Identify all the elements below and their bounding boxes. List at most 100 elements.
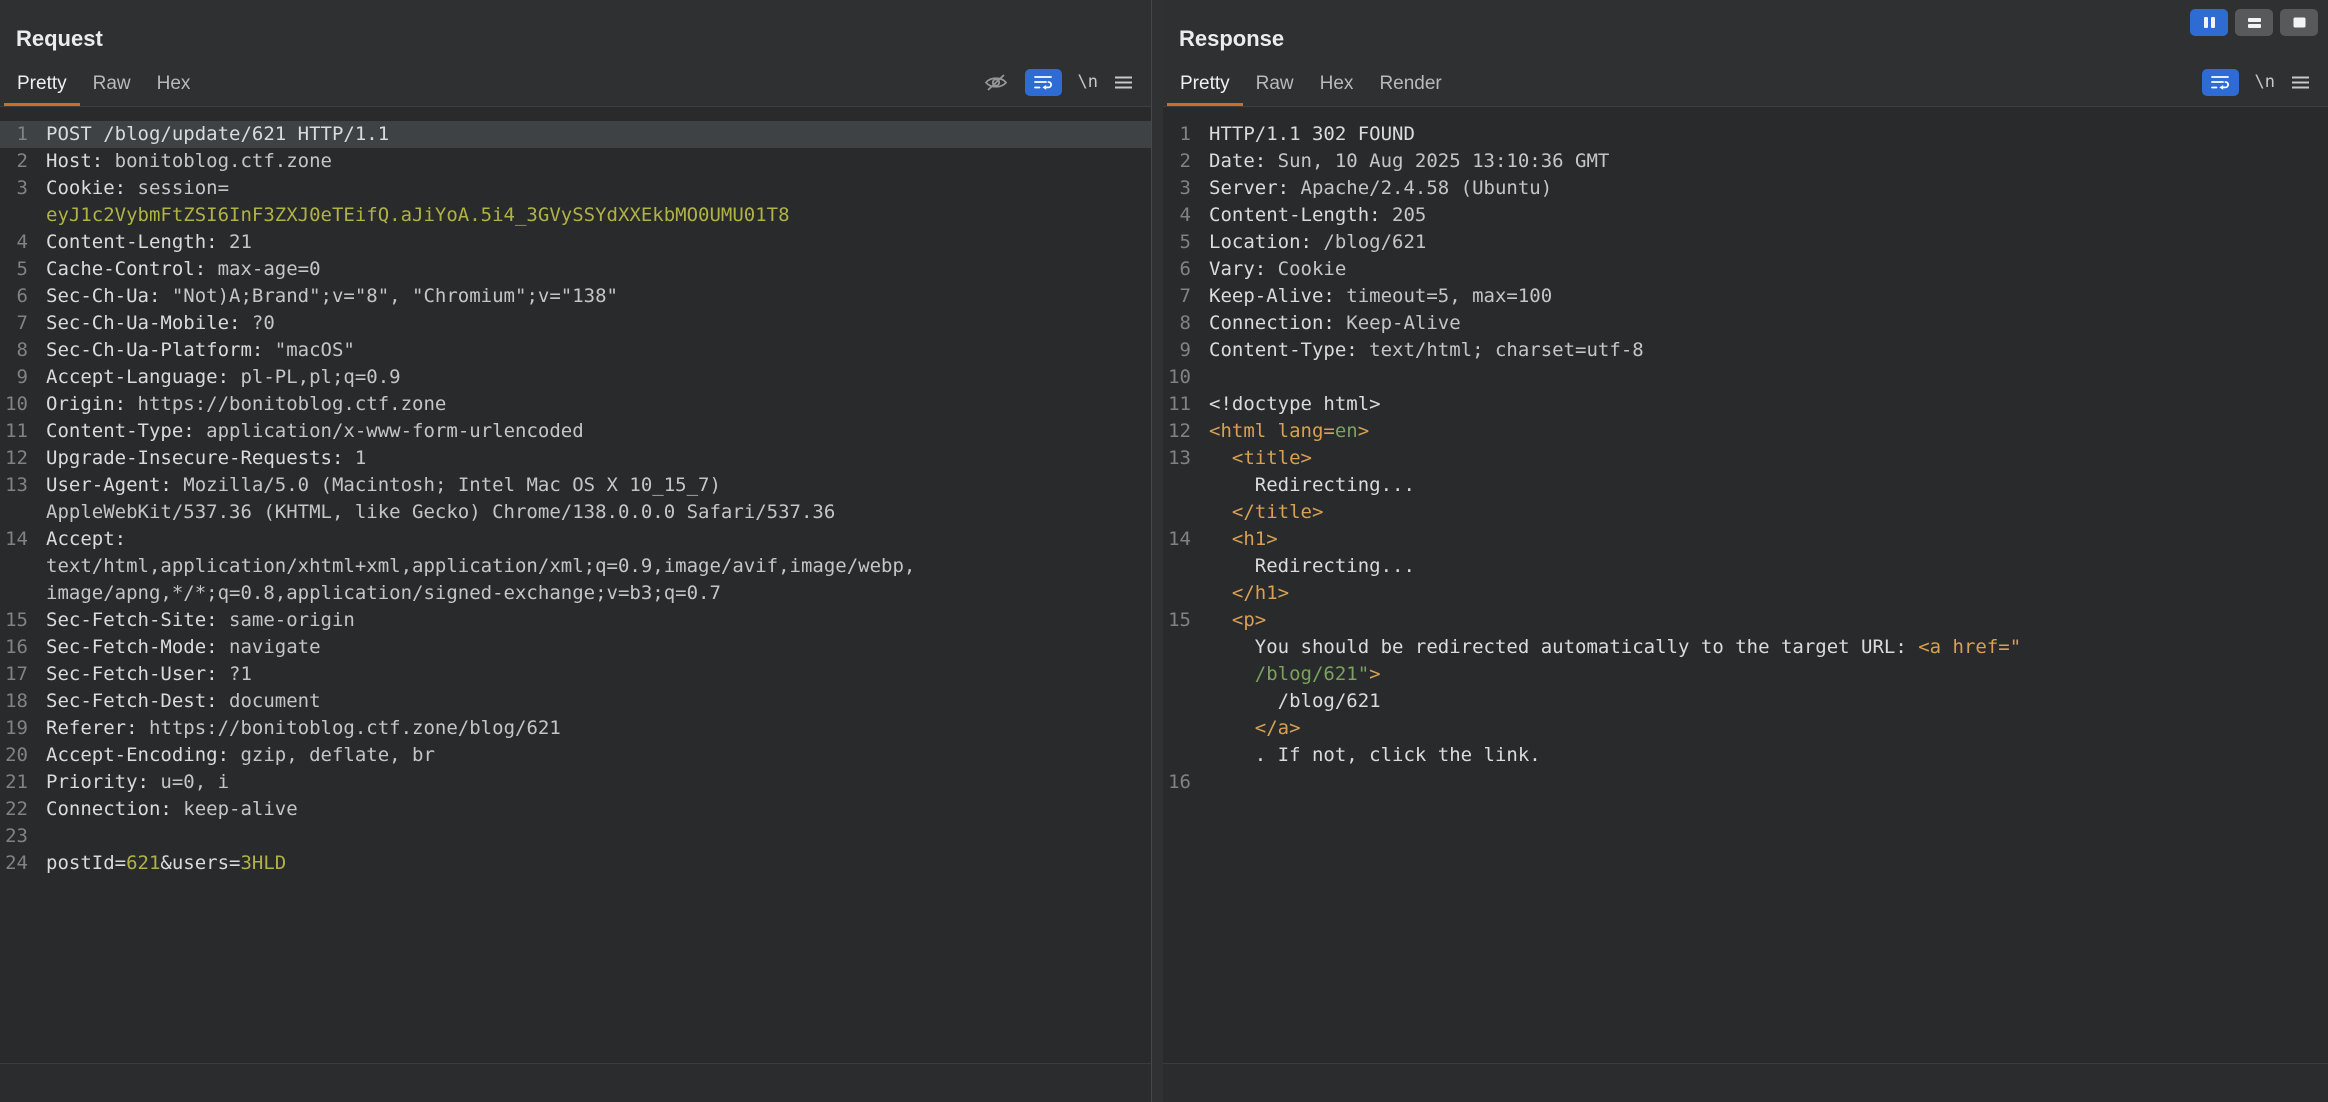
line-number: 2 — [0, 148, 36, 175]
code-line[interactable]: 19Referer: https://bonitoblog.ctf.zone/b… — [0, 715, 1151, 742]
code-line[interactable]: 14Accept: — [0, 526, 1151, 553]
newline-toggle[interactable]: \n — [1078, 72, 1098, 92]
line-content: text/html,application/xhtml+xml,applicat… — [36, 553, 915, 580]
code-line[interactable]: 14 <h1> — [1163, 526, 2328, 553]
code-line[interactable]: 16 — [1163, 769, 2328, 796]
line-number: 18 — [0, 688, 36, 715]
code-line[interactable]: 4Content-Length: 205 — [1163, 202, 2328, 229]
code-line[interactable]: 20Accept-Encoding: gzip, deflate, br — [0, 742, 1151, 769]
code-line[interactable]: 18Sec-Fetch-Dest: document — [0, 688, 1151, 715]
code-line[interactable]: 8Sec-Ch-Ua-Platform: "macOS" — [0, 337, 1151, 364]
newline-toggle[interactable]: \n — [2255, 72, 2275, 92]
word-wrap-button[interactable] — [1025, 69, 1062, 96]
layout-rows-button[interactable] — [2235, 9, 2273, 36]
line-content — [1199, 364, 1209, 391]
code-line[interactable]: 1POST /blog/update/621 HTTP/1.1 — [0, 121, 1151, 148]
code-line-continuation[interactable]: Redirecting... — [1163, 553, 2328, 580]
code-line[interactable]: 13User-Agent: Mozilla/5.0 (Macintosh; In… — [0, 472, 1151, 499]
code-line[interactable]: 6Sec-Ch-Ua: "Not)A;Brand";v="8", "Chromi… — [0, 283, 1151, 310]
request-tab-raw[interactable]: Raw — [80, 64, 144, 106]
code-line-continuation[interactable]: . If not, click the link. — [1163, 742, 2328, 769]
menu-icon[interactable] — [1114, 75, 1133, 90]
request-footer — [0, 1063, 1151, 1102]
layout-single-icon — [2292, 16, 2307, 29]
line-content: Redirecting... — [1199, 472, 1415, 499]
code-line[interactable]: 3Server: Apache/2.4.58 (Ubuntu) — [1163, 175, 2328, 202]
code-line[interactable]: 5Cache-Control: max-age=0 — [0, 256, 1151, 283]
code-line[interactable]: 22Connection: keep-alive — [0, 796, 1151, 823]
code-line[interactable]: 10 — [1163, 364, 2328, 391]
response-tab-render[interactable]: Render — [1366, 64, 1454, 106]
code-line[interactable]: 12Upgrade-Insecure-Requests: 1 — [0, 445, 1151, 472]
line-content: Accept: — [36, 526, 126, 553]
code-line[interactable]: 4Content-Length: 21 — [0, 229, 1151, 256]
request-editor[interactable]: 1POST /blog/update/621 HTTP/1.12Host: bo… — [0, 107, 1151, 1063]
response-tabbar: PrettyRawHexRender \n — [1163, 64, 2328, 107]
line-content: /blog/621"> — [1199, 661, 1381, 688]
code-line[interactable]: 7Keep-Alive: timeout=5, max=100 — [1163, 283, 2328, 310]
code-line[interactable]: 15Sec-Fetch-Site: same-origin — [0, 607, 1151, 634]
code-line[interactable]: 23 — [0, 823, 1151, 850]
request-panel-title: Request — [0, 0, 1151, 52]
request-tab-hex[interactable]: Hex — [144, 64, 204, 106]
request-panel: Request PrettyRawHex — [0, 0, 1152, 1102]
line-number: 6 — [0, 283, 36, 310]
code-line[interactable]: 10Origin: https://bonitoblog.ctf.zone — [0, 391, 1151, 418]
code-line-continuation[interactable]: AppleWebKit/537.36 (KHTML, like Gecko) C… — [0, 499, 1151, 526]
line-content: Content-Length: 21 — [36, 229, 252, 256]
code-line[interactable]: 3Cookie: session= — [0, 175, 1151, 202]
line-content: AppleWebKit/537.36 (KHTML, like Gecko) C… — [36, 499, 835, 526]
line-number — [1163, 580, 1199, 607]
line-number: 10 — [1163, 364, 1199, 391]
code-line[interactable]: 1HTTP/1.1 302 FOUND — [1163, 121, 2328, 148]
line-number: 12 — [0, 445, 36, 472]
code-line[interactable]: 12<html lang=en> — [1163, 418, 2328, 445]
response-tab-raw[interactable]: Raw — [1243, 64, 1307, 106]
panel-splitter[interactable] — [1152, 0, 1163, 1102]
code-line[interactable]: 2Date: Sun, 10 Aug 2025 13:10:36 GMT — [1163, 148, 2328, 175]
word-wrap-icon — [1033, 74, 1053, 91]
line-number — [1163, 688, 1199, 715]
response-tab-hex[interactable]: Hex — [1307, 64, 1367, 106]
code-line-continuation[interactable]: </title> — [1163, 499, 2328, 526]
hidden-items-icon[interactable] — [983, 73, 1009, 92]
code-line[interactable]: 11<!doctype html> — [1163, 391, 2328, 418]
response-editor[interactable]: 1HTTP/1.1 302 FOUND2Date: Sun, 10 Aug 20… — [1163, 107, 2328, 1063]
line-number — [1163, 499, 1199, 526]
code-line[interactable]: 5Location: /blog/621 — [1163, 229, 2328, 256]
code-line[interactable]: 2Host: bonitoblog.ctf.zone — [0, 148, 1151, 175]
code-line[interactable]: 6Vary: Cookie — [1163, 256, 2328, 283]
code-line-continuation[interactable]: Redirecting... — [1163, 472, 2328, 499]
code-line-continuation[interactable]: </h1> — [1163, 580, 2328, 607]
code-line-continuation[interactable]: You should be redirected automatically t… — [1163, 634, 2328, 661]
code-line[interactable]: 15 <p> — [1163, 607, 2328, 634]
response-tab-pretty[interactable]: Pretty — [1167, 64, 1243, 106]
code-line-continuation[interactable]: </a> — [1163, 715, 2328, 742]
code-line-continuation[interactable]: /blog/621"> — [1163, 661, 2328, 688]
line-content: Priority: u=0, i — [36, 769, 229, 796]
code-line-continuation[interactable]: image/apng,*/*;q=0.8,application/signed-… — [0, 580, 1151, 607]
code-line[interactable]: 7Sec-Ch-Ua-Mobile: ?0 — [0, 310, 1151, 337]
line-number — [1163, 661, 1199, 688]
code-line[interactable]: 9Accept-Language: pl-PL,pl;q=0.9 — [0, 364, 1151, 391]
code-line[interactable]: 11Content-Type: application/x-www-form-u… — [0, 418, 1151, 445]
code-line-continuation[interactable]: /blog/621 — [1163, 688, 2328, 715]
code-line[interactable]: 17Sec-Fetch-User: ?1 — [0, 661, 1151, 688]
code-line[interactable]: 21Priority: u=0, i — [0, 769, 1151, 796]
line-number: 8 — [1163, 310, 1199, 337]
code-line[interactable]: 13 <title> — [1163, 445, 2328, 472]
layout-single-button[interactable] — [2280, 9, 2318, 36]
layout-columns-button[interactable] — [2190, 9, 2228, 36]
code-line[interactable]: 16Sec-Fetch-Mode: navigate — [0, 634, 1151, 661]
line-number: 8 — [0, 337, 36, 364]
code-line[interactable]: 8Connection: Keep-Alive — [1163, 310, 2328, 337]
code-line-continuation[interactable]: eyJ1c2VybmFtZSI6InF3ZXJ0eTEifQ.aJiYoA.5i… — [0, 202, 1151, 229]
code-line-continuation[interactable]: text/html,application/xhtml+xml,applicat… — [0, 553, 1151, 580]
word-wrap-button[interactable] — [2202, 69, 2239, 96]
line-content: <!doctype html> — [1199, 391, 1381, 418]
code-line[interactable]: 24postId=621&users=3HLD — [0, 850, 1151, 877]
menu-icon[interactable] — [2291, 75, 2310, 90]
word-wrap-icon — [2210, 74, 2230, 91]
code-line[interactable]: 9Content-Type: text/html; charset=utf-8 — [1163, 337, 2328, 364]
request-tab-pretty[interactable]: Pretty — [4, 64, 80, 106]
